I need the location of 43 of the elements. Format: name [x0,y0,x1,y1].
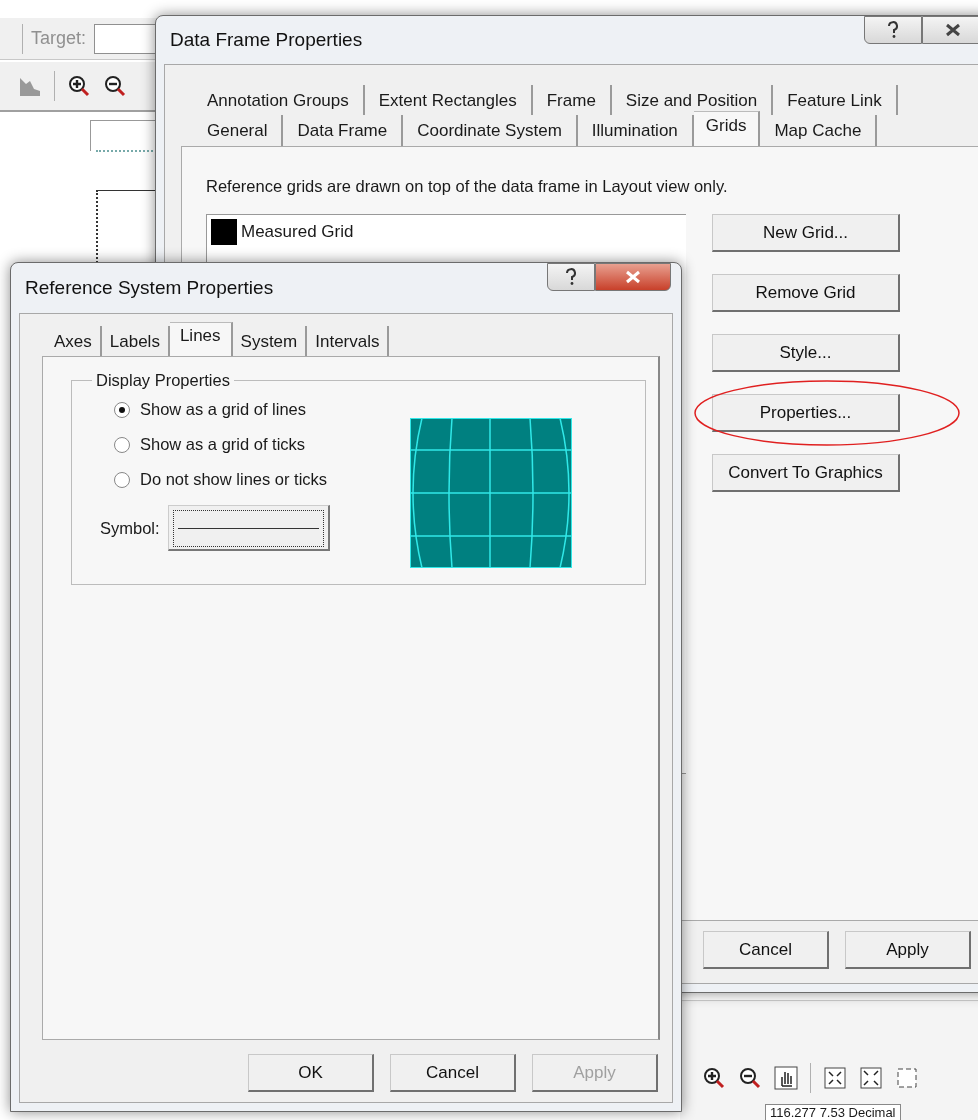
zoom-in-icon[interactable] [702,1066,726,1090]
close-button[interactable] [595,263,671,291]
description-text: Reference grids are drawn on top of the data frame in Layout view only. [206,177,729,196]
dialog-button[interactable]: New Grid... [712,214,900,252]
grid-name: Measured Grid [241,222,354,242]
footer-button[interactable]: OK [248,1054,374,1092]
help-button[interactable] [547,263,595,291]
group-title: Display Properties [95,371,231,390]
footer-button[interactable]: Apply [845,931,971,969]
window-title: Reference System Properties [25,277,274,299]
radio-option[interactable]: Show as a grid of ticks [114,435,330,454]
radio-button[interactable] [114,471,130,488]
zoom-out-icon[interactable] [738,1066,762,1090]
dialog-button[interactable]: Properties... [712,394,900,432]
dialog-button[interactable]: Style... [712,334,900,372]
dialog-button[interactable]: Remove Grid [712,274,900,312]
symbol-button[interactable] [167,505,330,551]
zoom-in-icon[interactable] [67,74,91,98]
target-label: Target: [31,28,87,49]
radio-option[interactable]: Do not show lines or ticks [114,470,330,489]
target-field[interactable] [94,23,157,54]
close-icon [945,23,961,37]
status-coordinates: 116.277 7.53 Decimal [765,1104,901,1120]
tab[interactable]: Grids [693,111,761,146]
zoom-whole-page-icon[interactable] [859,1066,883,1090]
fit-page-icon[interactable] [895,1066,919,1090]
symbol-swatch [211,219,237,245]
close-icon [625,270,641,284]
help-icon [564,268,578,286]
footer-button[interactable]: Cancel [703,931,829,969]
tab[interactable]: Lines [169,322,233,356]
radio-button[interactable] [114,401,130,418]
full-extent-icon[interactable] [823,1066,847,1090]
radio-option[interactable]: Show as a grid of lines [114,400,330,419]
zoom-out-icon[interactable] [103,74,127,98]
help-button[interactable] [864,16,922,44]
symbol-label: Symbol: [100,518,160,538]
dialog-button[interactable]: Convert To Graphics [712,454,900,492]
window-title: Data Frame Properties [170,29,363,51]
help-icon [886,21,900,39]
radio-button[interactable] [114,436,130,453]
footer-button[interactable]: Cancel [390,1054,516,1092]
close-button[interactable] [922,16,978,44]
